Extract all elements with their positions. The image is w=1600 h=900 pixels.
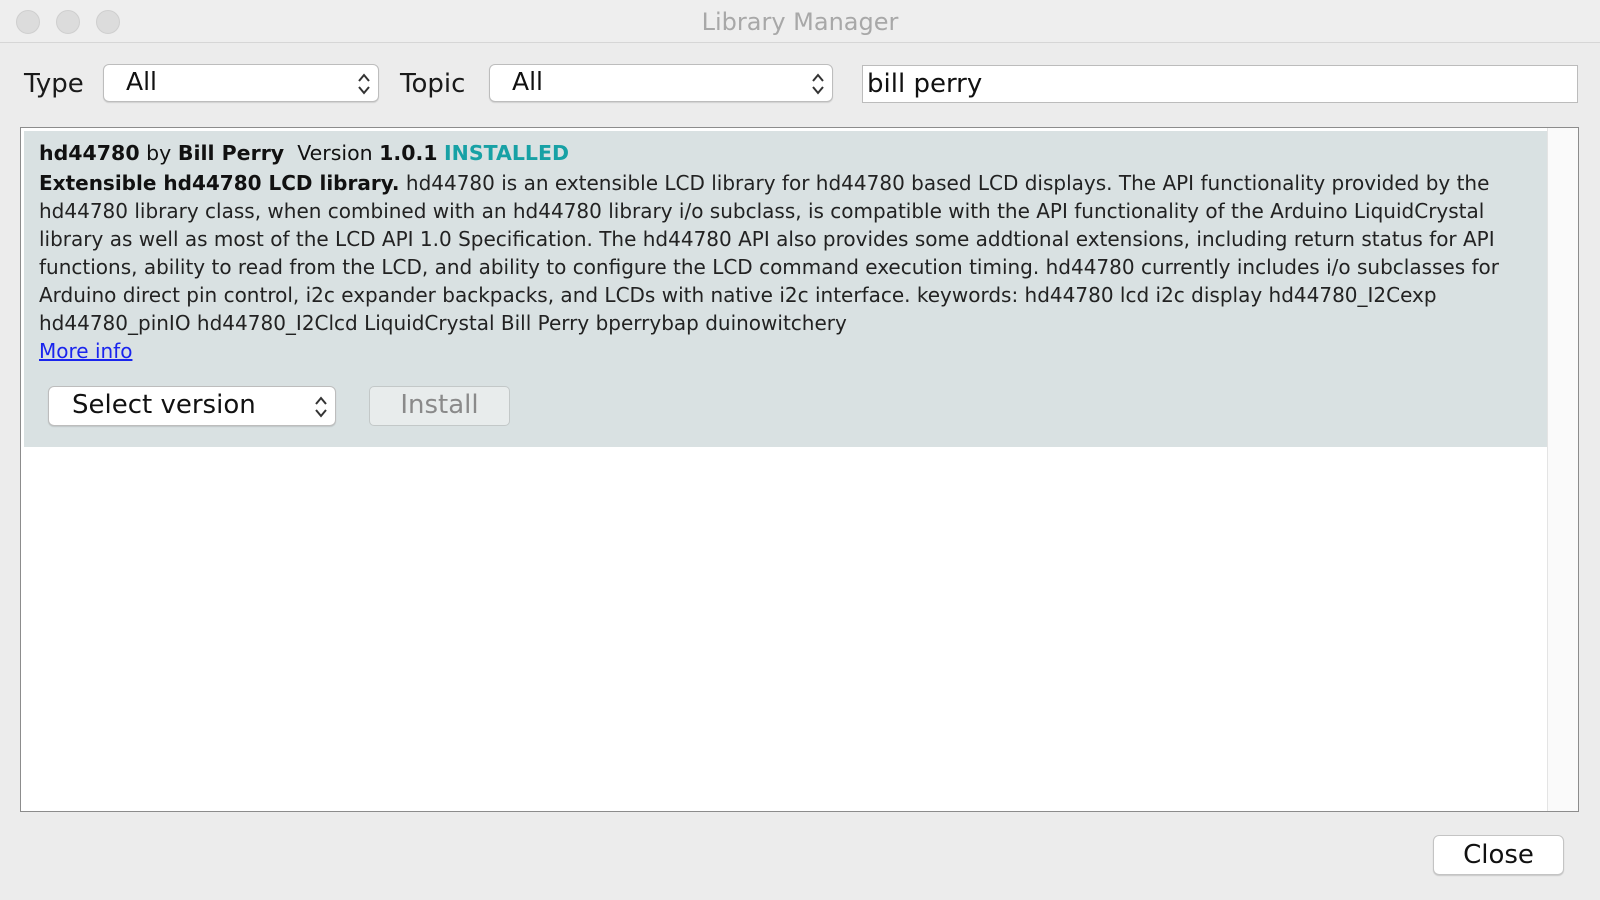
type-label: Type (24, 69, 84, 99)
scrollbar[interactable] (1547, 128, 1578, 811)
library-author: Bill Perry (177, 141, 285, 165)
title-bar: Library Manager (0, 0, 1600, 43)
library-summary: Extensible hd44780 LCD library. (39, 171, 400, 195)
library-by: by (146, 141, 172, 165)
topic-select[interactable]: All (489, 64, 833, 102)
updown-arrows-icon (315, 396, 327, 418)
installed-badge: INSTALLED (444, 141, 569, 165)
updown-arrows-icon (812, 73, 824, 95)
library-version: 1.0.1 (379, 141, 438, 165)
library-description: Extensible hd44780 LCD library. hd44780 … (39, 169, 1539, 337)
close-button[interactable]: Close (1433, 835, 1564, 875)
more-info-link[interactable]: More info (39, 339, 132, 363)
version-select[interactable]: Select version (48, 386, 336, 426)
updown-arrows-icon (358, 73, 370, 95)
install-button[interactable]: Install (369, 386, 510, 426)
type-select[interactable]: All (103, 64, 379, 102)
topic-label: Topic (400, 69, 466, 99)
search-input[interactable] (862, 65, 1578, 103)
library-item[interactable]: hd44780 by Bill Perry Version 1.0.1 INST… (24, 131, 1547, 447)
topic-select-value: All (512, 67, 543, 96)
library-name: hd44780 (39, 141, 140, 165)
version-label: Version (297, 141, 373, 165)
library-description-text: hd44780 is an extensible LCD library for… (39, 171, 1499, 335)
window-title: Library Manager (701, 8, 899, 36)
version-select-label: Select version (72, 390, 256, 420)
type-select-value: All (126, 67, 157, 96)
library-list[interactable]: hd44780 by Bill Perry Version 1.0.1 INST… (20, 127, 1579, 812)
library-header: hd44780 by Bill Perry Version 1.0.1 INST… (39, 141, 569, 165)
